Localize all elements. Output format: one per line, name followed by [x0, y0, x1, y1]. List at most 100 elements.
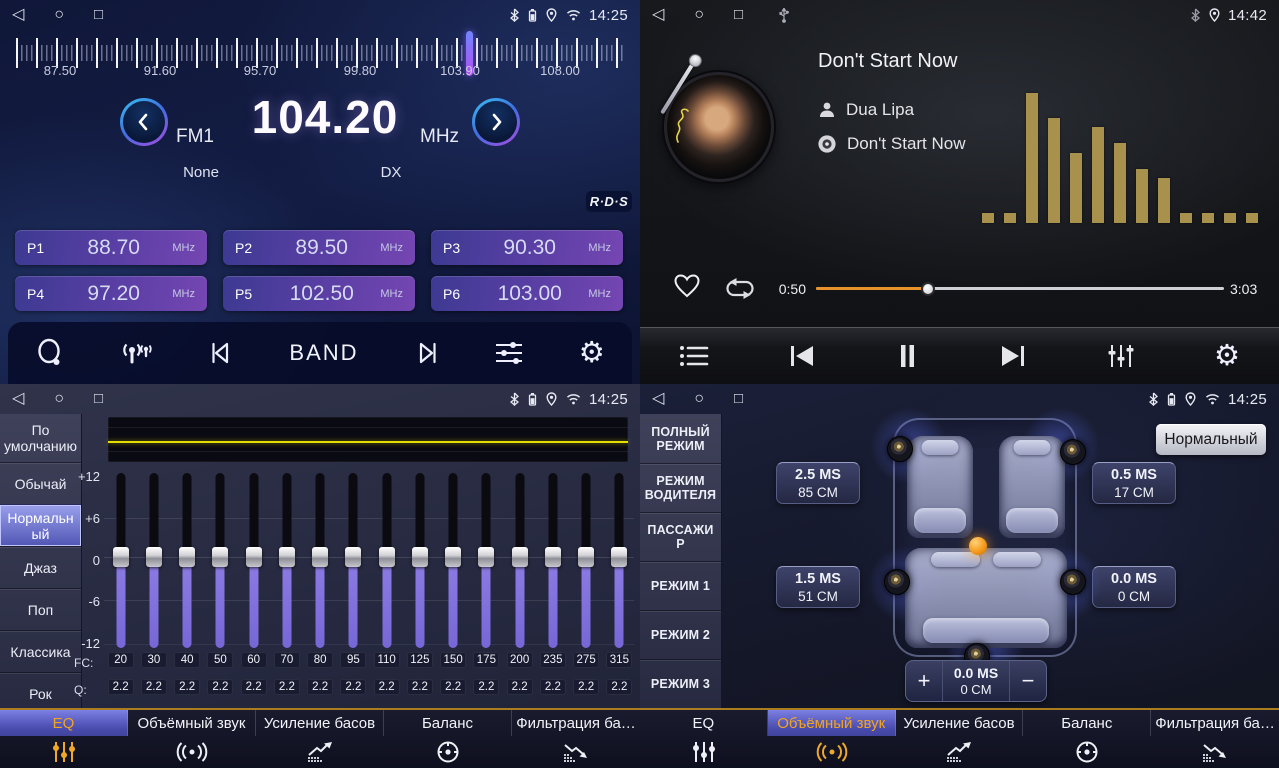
radio-preset-button[interactable]: P3 90.30 MHz: [431, 230, 623, 265]
tab-surround[interactable]: Объёмный звук: [768, 710, 896, 768]
settings-gear-icon[interactable]: ⚙: [1214, 342, 1240, 371]
slider-knob[interactable]: [478, 547, 494, 567]
eq-preset-item[interactable]: По умолчанию: [0, 414, 81, 462]
eq-band-fc-value[interactable]: 70: [274, 652, 300, 668]
playlist-icon[interactable]: [679, 344, 709, 368]
favorite-heart-icon[interactable]: [674, 274, 700, 298]
listening-mode-item[interactable]: РЕЖИМ 2: [640, 610, 721, 659]
eq-band-slider[interactable]: [270, 473, 303, 648]
slider-knob[interactable]: [512, 547, 528, 567]
slider-knob[interactable]: [545, 547, 561, 567]
nav-back-icon[interactable]: ◁: [652, 384, 664, 414]
listening-mode-item[interactable]: ПАССАЖИР: [640, 512, 721, 561]
eq-band-fc-value[interactable]: 125: [407, 652, 433, 668]
eq-band-fc-value[interactable]: 275: [573, 652, 599, 668]
radio-preset-button[interactable]: P2 89.50 MHz: [223, 230, 415, 265]
eq-band-q-value[interactable]: 2.2: [207, 679, 233, 695]
tab-balance[interactable]: Баланс: [1023, 710, 1151, 768]
tab-eq[interactable]: EQ: [0, 710, 128, 768]
eq-band-q-value[interactable]: 2.2: [440, 679, 466, 695]
tab-balance[interactable]: Баланс: [384, 710, 512, 768]
pause-icon[interactable]: [895, 344, 919, 368]
eq-band-fc-value[interactable]: 315: [606, 652, 632, 668]
eq-band-q-value[interactable]: 2.2: [540, 679, 566, 695]
listening-mode-item[interactable]: РЕЖИМ 1: [640, 561, 721, 610]
scan-icon[interactable]: [35, 338, 65, 368]
slider-knob[interactable]: [345, 547, 361, 567]
tab-filter[interactable]: Фильтрация ба…: [512, 710, 640, 768]
eq-band-fc-value[interactable]: 40: [174, 652, 200, 668]
nav-recents-icon[interactable]: □: [94, 0, 103, 30]
eq-band-slider[interactable]: [370, 473, 403, 648]
eq-band-fc-value[interactable]: 235: [540, 652, 566, 668]
eq-band-q-value[interactable]: 2.2: [606, 679, 632, 695]
eq-band-fc-value[interactable]: 200: [507, 652, 533, 668]
eq-band-q-value[interactable]: 2.2: [473, 679, 499, 695]
eq-band-q-value[interactable]: 2.2: [307, 679, 333, 695]
eq-band-slider[interactable]: [337, 473, 370, 648]
eq-band-slider[interactable]: [304, 473, 337, 648]
tab-filter[interactable]: Фильтрация ба…: [1151, 710, 1279, 768]
progress-bar[interactable]: [816, 287, 1224, 290]
eq-band-q-value[interactable]: 2.2: [507, 679, 533, 695]
next-track-icon[interactable]: [998, 344, 1028, 368]
eq-band-slider[interactable]: [403, 473, 436, 648]
eq-band-slider[interactable]: [536, 473, 569, 648]
eq-band-q-value[interactable]: 2.2: [274, 679, 300, 695]
slider-knob[interactable]: [578, 547, 594, 567]
slider-knob[interactable]: [212, 547, 228, 567]
listener-position-dot[interactable]: [969, 537, 987, 555]
eq-band-slider[interactable]: [171, 473, 204, 648]
radio-preset-button[interactable]: P5 102.50 MHz: [223, 276, 415, 311]
eq-band-slider[interactable]: [237, 473, 270, 648]
settings-gear-icon[interactable]: ⚙: [579, 339, 605, 368]
eq-band-q-value[interactable]: 2.2: [573, 679, 599, 695]
eq-band-fc-value[interactable]: 150: [440, 652, 466, 668]
slider-knob[interactable]: [179, 547, 195, 567]
decrease-delay-button[interactable]: −: [1010, 661, 1046, 701]
eq-band-slider[interactable]: [137, 473, 170, 648]
nav-recents-icon[interactable]: □: [94, 384, 103, 414]
delay-front-right-button[interactable]: 0.5 MS 17 CM: [1092, 462, 1176, 504]
next-station-icon[interactable]: [413, 340, 439, 366]
increase-delay-button[interactable]: +: [906, 661, 942, 701]
nav-recents-icon[interactable]: □: [734, 0, 743, 30]
slider-knob[interactable]: [611, 547, 627, 567]
slider-knob[interactable]: [146, 547, 162, 567]
eq-band-q-value[interactable]: 2.2: [407, 679, 433, 695]
nav-home-icon[interactable]: ○: [694, 0, 704, 30]
nav-back-icon[interactable]: ◁: [12, 384, 24, 414]
eq-band-q-value[interactable]: 2.2: [141, 679, 167, 695]
eq-band-slider[interactable]: [570, 473, 603, 648]
slider-knob[interactable]: [279, 547, 295, 567]
radio-preset-button[interactable]: P6 103.00 MHz: [431, 276, 623, 311]
eq-band-q-value[interactable]: 2.2: [374, 679, 400, 695]
radio-preset-button[interactable]: P1 88.70 MHz: [15, 230, 207, 265]
nav-back-icon[interactable]: ◁: [652, 0, 664, 30]
broadcast-icon[interactable]: [120, 338, 154, 368]
eq-settings-icon[interactable]: [494, 340, 524, 366]
eq-band-fc-value[interactable]: 30: [141, 652, 167, 668]
eq-band-fc-value[interactable]: 95: [340, 652, 366, 668]
slider-knob[interactable]: [113, 547, 129, 567]
eq-band-slider[interactable]: [104, 473, 137, 648]
eq-band-fc-value[interactable]: 175: [473, 652, 499, 668]
eq-band-fc-value[interactable]: 110: [374, 652, 400, 668]
nav-home-icon[interactable]: ○: [694, 384, 704, 414]
tune-down-button[interactable]: [120, 98, 168, 146]
progress-knob[interactable]: [921, 282, 935, 296]
nav-back-icon[interactable]: ◁: [12, 0, 24, 30]
eq-band-fc-value[interactable]: 20: [108, 652, 134, 668]
tab-bass-boost[interactable]: Усиление басов: [896, 710, 1024, 768]
tab-surround[interactable]: Объёмный звук: [128, 710, 256, 768]
slider-knob[interactable]: [312, 547, 328, 567]
eq-band-q-value[interactable]: 2.2: [340, 679, 366, 695]
tune-up-button[interactable]: [472, 98, 520, 146]
eq-band-slider[interactable]: [437, 473, 470, 648]
eq-band-slider[interactable]: [603, 473, 636, 648]
sound-profile-button[interactable]: Нормальный: [1156, 424, 1266, 455]
eq-band-q-value[interactable]: 2.2: [241, 679, 267, 695]
band-button[interactable]: BAND: [289, 340, 358, 366]
nav-home-icon[interactable]: ○: [54, 384, 64, 414]
listening-mode-item[interactable]: РЕЖИМ ВОДИТЕЛЯ: [640, 463, 721, 512]
